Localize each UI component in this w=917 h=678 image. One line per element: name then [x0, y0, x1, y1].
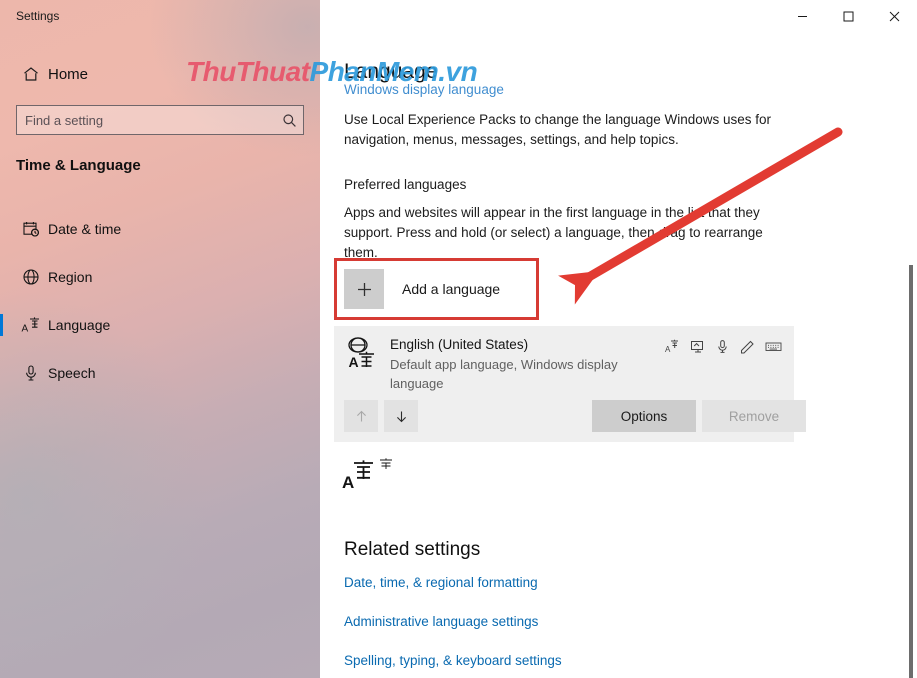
keyboard-icon[interactable] — [765, 339, 782, 359]
page-title: Language — [344, 60, 438, 83]
related-link-administrative-language[interactable]: Administrative language settings — [344, 614, 538, 629]
sidebar-item-region-label: Region — [48, 269, 93, 285]
speech-microphone-icon[interactable] — [715, 339, 730, 359]
related-settings-title: Related settings — [344, 539, 481, 560]
svg-text:A: A — [665, 345, 671, 354]
svg-text:A: A — [342, 473, 354, 492]
sidebar-item-speech-label: Speech — [48, 365, 96, 381]
move-language-up-button[interactable] — [344, 400, 378, 432]
close-button[interactable] — [871, 0, 917, 32]
sidebar-item-date-time-label: Date & time — [48, 221, 122, 237]
home-icon — [14, 65, 48, 83]
preferred-languages-paragraph: Apps and websites will appear in the fir… — [344, 205, 763, 260]
local-experience-paragraph: Use Local Experience Packs to change the… — [344, 112, 771, 147]
language-subtitle: Default app language, Windows display la… — [390, 357, 618, 391]
related-link-date-time-regional[interactable]: Date, time, & regional formatting — [344, 575, 538, 590]
related-link-spelling-typing-keyboard[interactable]: Spelling, typing, & keyboard settings — [344, 653, 562, 668]
search-box[interactable] — [16, 105, 304, 135]
sidebar-nav-list: Date & time Region A Language Speech — [0, 205, 320, 397]
settings-window: Settings Home Time & Language — [0, 0, 917, 678]
sidebar-item-speech[interactable]: Speech — [0, 349, 320, 397]
language-icon: A — [14, 316, 48, 334]
language-feature-icons: A — [665, 335, 782, 386]
language-options-button[interactable]: Options — [592, 400, 696, 432]
microphone-icon — [14, 364, 48, 382]
add-language-button-label: Add a language — [402, 281, 501, 297]
svg-text:A: A — [22, 324, 29, 335]
language-pack-icon: A — [348, 335, 386, 386]
maximize-button[interactable] — [825, 0, 871, 32]
sidebar-category-title: Time & Language — [16, 157, 141, 174]
search-input[interactable] — [17, 112, 275, 128]
add-language-button[interactable]: Add a language — [344, 268, 500, 310]
content-pane: Language Windows display language Use Lo… — [320, 0, 917, 678]
window-controls — [779, 0, 917, 32]
display-language-icon[interactable] — [690, 339, 705, 359]
language-card-header: A English (United States) Default app la… — [334, 326, 794, 391]
language-remove-button: Remove — [702, 400, 806, 432]
language-card-actions: Options Remove — [334, 392, 806, 442]
sidebar-item-language[interactable]: A Language — [0, 301, 320, 349]
minimize-button[interactable] — [779, 0, 825, 32]
sidebar-item-home-label: Home — [48, 65, 89, 83]
plus-icon — [344, 269, 384, 309]
handwriting-pen-icon[interactable] — [740, 339, 755, 359]
calendar-clock-icon — [14, 220, 48, 238]
sidebar-item-home[interactable]: Home — [14, 58, 306, 90]
move-language-down-button[interactable] — [384, 400, 418, 432]
scrollbar-track[interactable] — [905, 32, 917, 678]
scrollbar-thumb[interactable] — [909, 265, 913, 678]
language-pack-feature-icon[interactable]: A — [665, 339, 680, 359]
language-card-text: English (United States) Default app lang… — [386, 335, 665, 391]
windows-display-language-link[interactable]: Windows display language — [344, 82, 504, 97]
app-title: Settings — [16, 9, 60, 23]
search-icon[interactable] — [275, 113, 303, 128]
sidebar-item-date-time[interactable]: Date & time — [0, 205, 320, 253]
language-name: English (United States) — [390, 337, 529, 352]
preferred-languages-label: Preferred languages — [344, 177, 467, 192]
language-pack-partial-icon: A — [342, 455, 402, 500]
language-card[interactable]: A English (United States) Default app la… — [334, 326, 806, 442]
globe-icon — [14, 268, 48, 286]
sidebar-item-language-label: Language — [48, 317, 111, 333]
sidebar-item-region[interactable]: Region — [0, 253, 320, 301]
sidebar: Settings Home Time & Language — [0, 0, 320, 678]
svg-text:A: A — [349, 354, 359, 370]
